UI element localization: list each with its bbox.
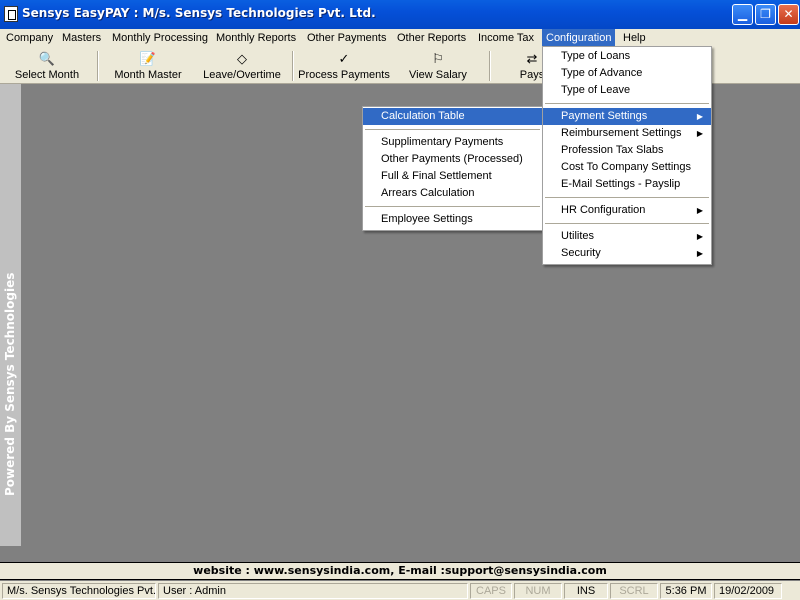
status-time: 5:36 PM <box>660 583 712 599</box>
menu-item-label: HR Configuration <box>561 204 646 216</box>
menu-item-reimbursement-settings[interactable]: Reimbursement Settings ▶ <box>543 125 711 142</box>
process-payments-label: Process Payments <box>298 69 390 81</box>
menu-separator <box>363 202 542 211</box>
powered-by-text: Powered By Sensys Technologies <box>3 272 17 496</box>
status-date: 19/02/2009 <box>714 583 782 599</box>
menu-item-label: Utilites <box>561 230 595 242</box>
menu-other-reports[interactable]: Other Reports <box>397 29 466 48</box>
toolbar-separator <box>97 51 99 81</box>
menu-item-type-of-advance[interactable]: Type of Advance <box>543 65 711 82</box>
menu-item-calculation-table[interactable]: Calculation Table <box>363 108 542 125</box>
menu-item-full-final-settlement[interactable]: Full & Final Settlement <box>363 168 542 185</box>
configuration-menu: Type of Loans Type of Advance Type of Le… <box>542 46 712 265</box>
submenu-arrow-icon: ▶ <box>696 206 703 215</box>
side-band: Powered By Sensys Technologies <box>0 84 21 546</box>
menu-item-type-of-leave[interactable]: Type of Leave <box>543 82 711 99</box>
menu-item-label: Reimbursement Settings <box>561 127 682 139</box>
menu-item-label: Security <box>561 247 601 259</box>
menu-separator <box>543 99 711 108</box>
menu-item-email-settings-payslip[interactable]: E-Mail Settings - Payslip <box>543 176 711 193</box>
select-month-button[interactable]: 🔍 Select Month <box>8 50 86 82</box>
submenu-arrow-icon: ▶ <box>696 232 703 241</box>
window-title: Sensys EasyPAY : M/s. Sensys Technologie… <box>22 6 376 20</box>
status-ins: INS <box>564 583 608 599</box>
app-icon[interactable] <box>4 6 18 22</box>
menu-company[interactable]: Company <box>6 29 53 48</box>
menu-item-arrears-calculation[interactable]: Arrears Calculation <box>363 185 542 202</box>
menu-item-security[interactable]: Security ▶ <box>543 245 711 262</box>
process-payments-button[interactable]: ✓ Process Payments <box>298 50 390 82</box>
close-icon[interactable]: ✕ <box>778 4 799 25</box>
menu-separator <box>543 219 711 228</box>
leave-overtime-button[interactable]: ◇ Leave/Overtime <box>198 50 286 82</box>
document-edit-icon: 📝 <box>139 51 157 66</box>
menu-item-payment-settings[interactable]: Payment Settings ▶ <box>543 108 711 125</box>
menu-item-cost-to-company-settings[interactable]: Cost To Company Settings <box>543 159 711 176</box>
status-bar: M/s. Sensys Technologies Pvt. User : Adm… <box>0 581 800 600</box>
menu-separator <box>543 193 711 202</box>
minimize-icon[interactable]: ▁ <box>732 4 753 25</box>
status-num: NUM <box>514 583 562 599</box>
submenu-arrow-icon: ▶ <box>696 112 703 121</box>
menu-other-payments[interactable]: Other Payments <box>307 29 386 48</box>
view-salary-button[interactable]: ⚐ View Salary <box>400 50 476 82</box>
submenu-arrow-icon: ▶ <box>696 129 703 138</box>
status-user: User : Admin <box>158 583 468 599</box>
menu-item-utilites[interactable]: Utilites ▶ <box>543 228 711 245</box>
payment-settings-submenu: Calculation Table Supplimentary Payments… <box>362 106 543 231</box>
checkmark-icon: ✓ <box>338 51 350 66</box>
menu-item-profession-tax-slabs[interactable]: Profession Tax Slabs <box>543 142 711 159</box>
month-master-label: Month Master <box>114 69 182 81</box>
calendar-search-icon: 🔍 <box>38 51 56 66</box>
view-salary-label: View Salary <box>409 69 467 81</box>
menu-monthly-processing[interactable]: Monthly Processing <box>112 29 208 48</box>
toolbar-separator <box>292 51 294 81</box>
menu-monthly-reports[interactable]: Monthly Reports <box>216 29 296 48</box>
status-scrl: SCRL <box>610 583 658 599</box>
select-month-label: Select Month <box>14 69 80 81</box>
website-banner: website : www.sensysindia.com, E-mail :s… <box>0 562 800 580</box>
status-caps: CAPS <box>470 583 512 599</box>
menu-item-other-payments-processed[interactable]: Other Payments (Processed) <box>363 151 542 168</box>
status-company: M/s. Sensys Technologies Pvt. <box>2 583 156 599</box>
month-master-button[interactable]: 📝 Month Master <box>108 50 188 82</box>
restore-icon[interactable]: ❐ <box>755 4 776 25</box>
menu-item-supplimentary-payments[interactable]: Supplimentary Payments <box>363 134 542 151</box>
menu-item-type-of-loans[interactable]: Type of Loans <box>543 48 711 65</box>
sign-post-icon: ⚐ <box>432 51 444 66</box>
submenu-arrow-icon: ▶ <box>696 249 703 258</box>
menu-item-employee-settings[interactable]: Employee Settings <box>363 211 542 228</box>
title-bar[interactable]: Sensys EasyPAY : M/s. Sensys Technologie… <box>0 0 800 29</box>
menu-item-hr-configuration[interactable]: HR Configuration ▶ <box>543 202 711 219</box>
menu-masters[interactable]: Masters <box>62 29 101 48</box>
toolbar-separator <box>489 51 491 81</box>
menu-separator <box>363 125 542 134</box>
menu-item-label: Payment Settings <box>561 110 648 122</box>
leave-overtime-label: Leave/Overtime <box>203 69 281 81</box>
diamond-icon: ◇ <box>237 51 247 66</box>
menu-income-tax[interactable]: Income Tax <box>478 29 534 48</box>
